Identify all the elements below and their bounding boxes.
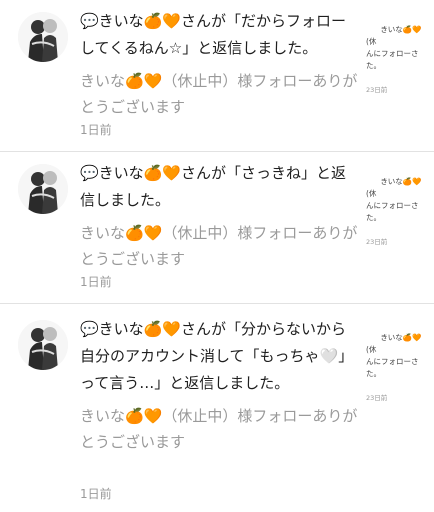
post-thumbnail[interactable]: きいな🍊🧡(休 んにフォローさ た。 23日前 [366, 164, 426, 272]
notification-list: 💬きいな🍊🧡さんが「だからフォローしてくるねん☆」と返信しました。 きいな🍊🧡（… [0, 0, 434, 512]
avatar-illustration-icon [18, 164, 68, 214]
notification-item[interactable]: 💬きいな🍊🧡さんが「だからフォローしてくるねん☆」と返信しました。 きいな🍊🧡（… [0, 0, 434, 152]
thumbnail-text: きいな🍊🧡(休 んにフォローさ た。 [366, 25, 422, 70]
thumbnail-time: 23日前 [366, 238, 388, 246]
notification-date: 1日前 [80, 123, 112, 137]
avatar-illustration-icon [18, 12, 68, 62]
avatar[interactable] [18, 12, 68, 62]
notification-item[interactable]: 💬きいな🍊🧡さんが「さっきね」と返信しました。 きいな🍊🧡（休止中）様フォローあ… [0, 152, 434, 304]
post-thumbnail[interactable]: きいな🍊🧡(休 んにフォローさ た。 23日前 [366, 320, 426, 428]
thumbnail-time: 23日前 [366, 394, 388, 402]
follow-note: きいな🍊🧡（休止中）様フォローありがとうございます [80, 407, 358, 451]
notification-item[interactable]: 💬きいな🍊🧡さんが「分からないから自分のアカウント消して「もっちゃ🤍」って言う…… [0, 304, 434, 512]
follow-note: きいな🍊🧡（休止中）様フォローありがとうございます [80, 224, 358, 268]
avatar[interactable] [18, 164, 68, 214]
thumbnail-text: きいな🍊🧡(休 んにフォローさ た。 [366, 177, 422, 222]
notification-message: 💬きいな🍊🧡さんが「だからフォローしてくるねん☆」と返信しました。 [80, 12, 347, 57]
notification-date: 1日前 [80, 275, 112, 289]
thumbnail-time: 23日前 [366, 86, 388, 94]
avatar-illustration-icon [18, 320, 68, 370]
thumbnail-text: きいな🍊🧡(休 んにフォローさ た。 [366, 333, 422, 378]
avatar[interactable] [18, 320, 68, 370]
notification-date: 1日前 [80, 487, 112, 501]
notification-message: 💬きいな🍊🧡さんが「さっきね」と返信しました。 [80, 164, 347, 209]
follow-note: きいな🍊🧡（休止中）様フォローありがとうございます [80, 72, 358, 116]
notification-message: 💬きいな🍊🧡さんが「分からないから自分のアカウント消して「もっちゃ🤍」って言う…… [80, 320, 354, 392]
post-thumbnail[interactable]: きいな🍊🧡(休 んにフォローさ た。 23日前 [366, 12, 426, 120]
